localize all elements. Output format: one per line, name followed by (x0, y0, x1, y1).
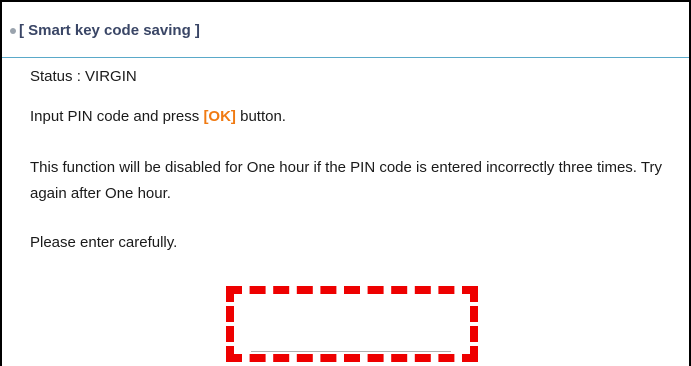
warning-text: This function will be disabled for One h… (30, 159, 662, 202)
panel-title: [ Smart key code saving ] (19, 22, 200, 39)
smart-key-panel: [ Smart key code saving ] Status : VIRGI… (0, 0, 691, 366)
bullet-icon (10, 28, 16, 34)
status-text: Status : VIRGIN (30, 68, 137, 85)
caution-text: Please enter carefully. (30, 234, 178, 251)
instruction-text: Input PIN code and press [OK] button. (30, 108, 286, 125)
instruction-suffix: button. (235, 108, 286, 125)
panel-header: [ Smart key code saving ] (2, 2, 689, 58)
instruction-prefix: Input PIN code and press (30, 108, 204, 125)
pin-input-highlight (226, 286, 478, 362)
ok-label: [OK] (203, 108, 236, 125)
